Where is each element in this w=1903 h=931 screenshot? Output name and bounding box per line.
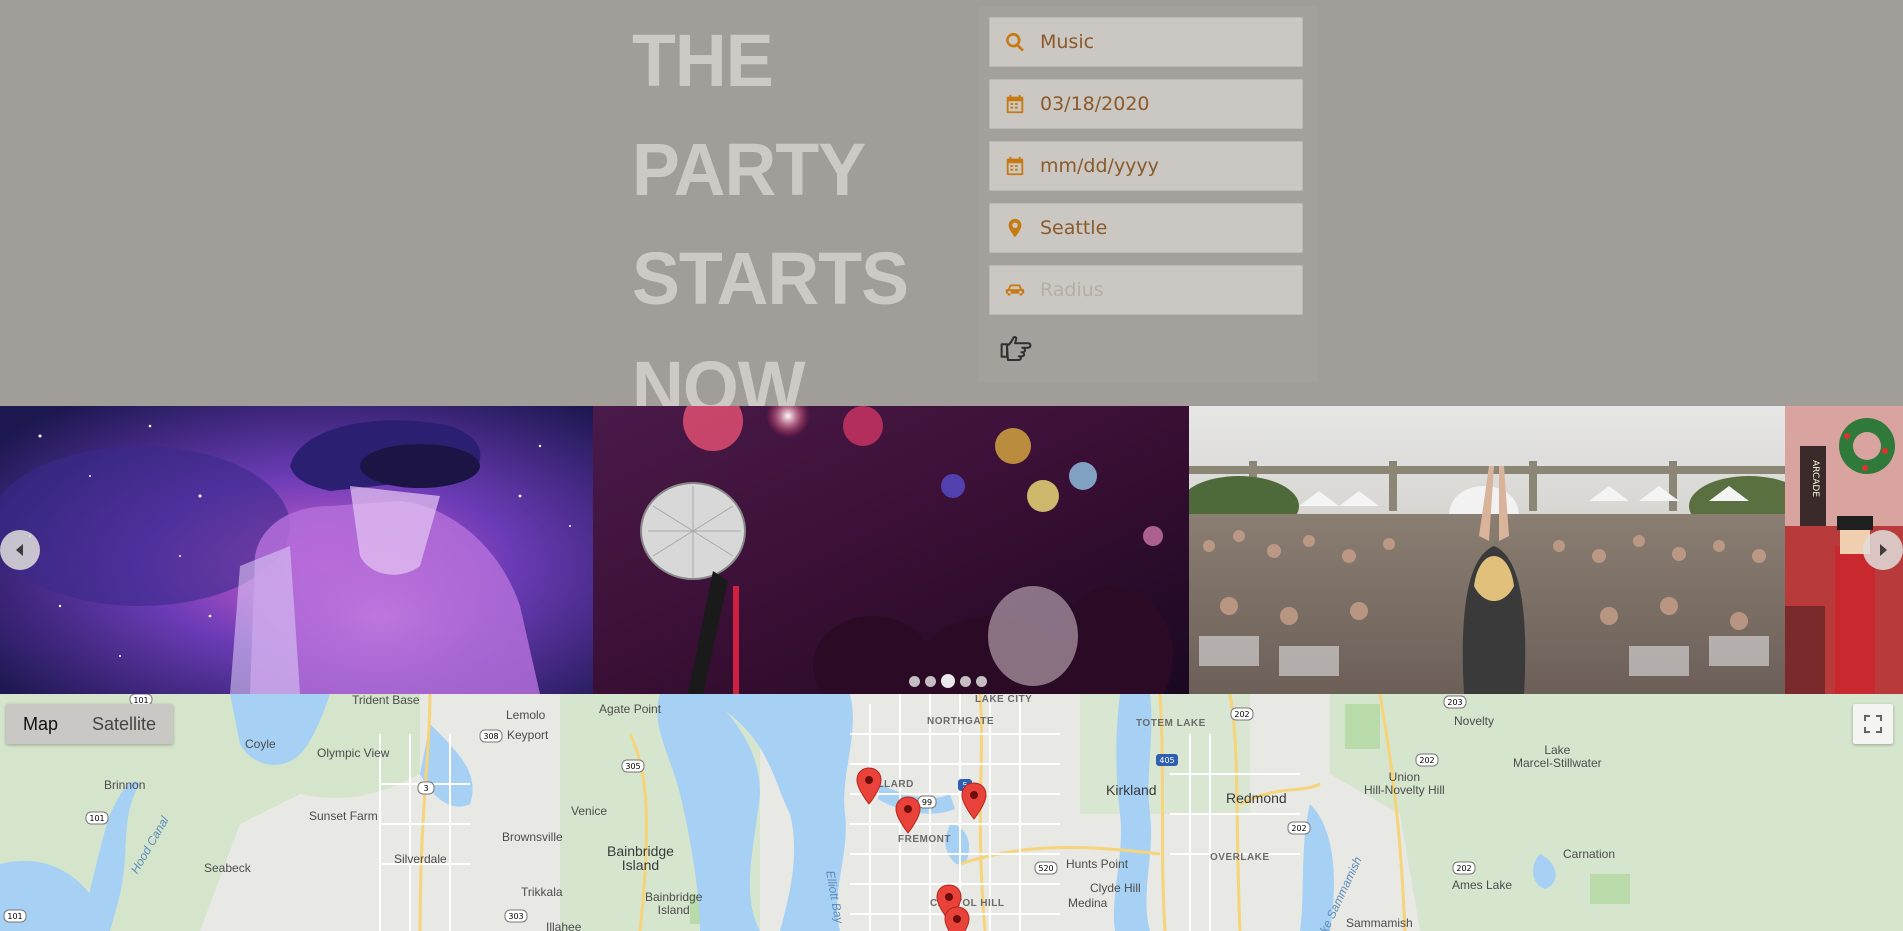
calendar-icon bbox=[990, 155, 1040, 177]
radius-field[interactable] bbox=[989, 265, 1303, 315]
dj-galaxy-image[interactable] bbox=[0, 406, 593, 694]
map-label: Carnation bbox=[1563, 847, 1616, 861]
map-label: Union Hill-Novelty Hill bbox=[1364, 770, 1445, 797]
map-label: Redmond bbox=[1226, 790, 1287, 806]
outdoor-yoga-festival-image[interactable] bbox=[1189, 406, 1785, 694]
end-date-field[interactable] bbox=[989, 141, 1303, 191]
carousel-prev-button[interactable] bbox=[0, 530, 40, 570]
map-marker-icon bbox=[990, 217, 1040, 239]
map-label: Illahee bbox=[546, 920, 582, 931]
headline: THE PARTY STARTS NOW bbox=[632, 6, 972, 442]
map-label: Medina bbox=[1068, 896, 1108, 910]
map-label: Brinnon bbox=[104, 778, 146, 792]
car-icon bbox=[990, 279, 1040, 301]
carousel-indicators bbox=[909, 674, 987, 688]
map-label: Hunts Point bbox=[1066, 857, 1129, 871]
map-label: Agate Point bbox=[599, 702, 662, 716]
hand-pointer-right-icon bbox=[1000, 335, 1032, 361]
map-label: Sunset Farm bbox=[309, 809, 378, 823]
map-label: TOTEM LAKE bbox=[1136, 718, 1206, 729]
headline-line-1: THE PARTY bbox=[632, 19, 866, 211]
map-label: Silverdale bbox=[394, 852, 447, 866]
satellite-view-button[interactable]: Satellite bbox=[75, 704, 174, 744]
start-date-field[interactable] bbox=[989, 79, 1303, 129]
map-label: Seabeck bbox=[204, 861, 251, 875]
submit-button[interactable] bbox=[996, 326, 1036, 366]
map-label: Venice bbox=[571, 804, 608, 818]
keyword-input[interactable] bbox=[1040, 18, 1302, 66]
map-label: Keyport bbox=[507, 728, 549, 742]
map-label: Ames Lake bbox=[1452, 878, 1513, 892]
calendar-icon bbox=[990, 93, 1040, 115]
map-pin-marker[interactable] bbox=[895, 796, 921, 834]
map-label: Clyde Hill bbox=[1090, 881, 1141, 895]
search-form bbox=[978, 6, 1318, 382]
map-label: Bainbridge Island bbox=[645, 890, 703, 917]
carousel-dot[interactable] bbox=[960, 675, 971, 687]
map-label: NORTHGATE bbox=[927, 716, 995, 727]
map-view-button[interactable]: Map bbox=[6, 704, 76, 744]
map-label: Olympic View bbox=[317, 746, 390, 760]
map-label: Coyle bbox=[245, 737, 276, 751]
map-label: Sammamish bbox=[1346, 916, 1413, 930]
map-pin-marker[interactable] bbox=[944, 906, 970, 931]
map-label: Bainbridge Island bbox=[607, 843, 674, 873]
microphone-concert-image[interactable] bbox=[593, 406, 1189, 694]
chevron-right-icon bbox=[1880, 544, 1887, 556]
location-field[interactable] bbox=[989, 203, 1303, 253]
fullscreen-icon bbox=[1864, 715, 1882, 733]
svg-text:ARCADE: ARCADE bbox=[1810, 460, 1820, 497]
end-date-input[interactable] bbox=[1040, 142, 1302, 190]
map-pin-marker[interactable] bbox=[856, 767, 882, 805]
headline-line-2: STARTS bbox=[632, 237, 909, 320]
carousel-dot[interactable] bbox=[976, 675, 987, 687]
carousel-next-button[interactable] bbox=[1863, 530, 1903, 570]
map-label: OVERLAKE bbox=[1210, 852, 1270, 863]
event-map[interactable]: Trident Base Agate Point Lemolo Keyport … bbox=[0, 694, 1903, 931]
map-label: Kirkland bbox=[1106, 782, 1157, 798]
carousel-dot-active[interactable] bbox=[941, 674, 955, 688]
map-label: Novelty bbox=[1454, 714, 1495, 728]
map-label: Trikkala bbox=[521, 885, 563, 899]
fullscreen-button[interactable] bbox=[1853, 704, 1893, 744]
location-input[interactable] bbox=[1040, 204, 1302, 252]
map-label: LAKE CITY bbox=[975, 694, 1033, 705]
chevron-left-icon bbox=[16, 544, 23, 556]
map-pin-marker[interactable] bbox=[961, 782, 987, 820]
search-icon bbox=[990, 31, 1040, 53]
carousel-dot[interactable] bbox=[925, 675, 936, 687]
header-section: THE PARTY STARTS NOW bbox=[0, 0, 1903, 429]
map-label: Brownsville bbox=[502, 830, 563, 844]
map-type-control: Map Satellite bbox=[6, 704, 174, 744]
keyword-field[interactable] bbox=[989, 17, 1303, 67]
map-label: Trident Base bbox=[352, 694, 420, 707]
map-label: Lemolo bbox=[506, 708, 546, 722]
map-label: FREMONT bbox=[898, 834, 951, 845]
radius-input[interactable] bbox=[1040, 266, 1302, 314]
event-carousel[interactable]: ARCADE bbox=[0, 406, 1903, 694]
start-date-input[interactable] bbox=[1040, 80, 1302, 128]
map-label: Lake Marcel-Stillwater bbox=[1513, 743, 1602, 770]
carousel-dot[interactable] bbox=[909, 675, 920, 687]
